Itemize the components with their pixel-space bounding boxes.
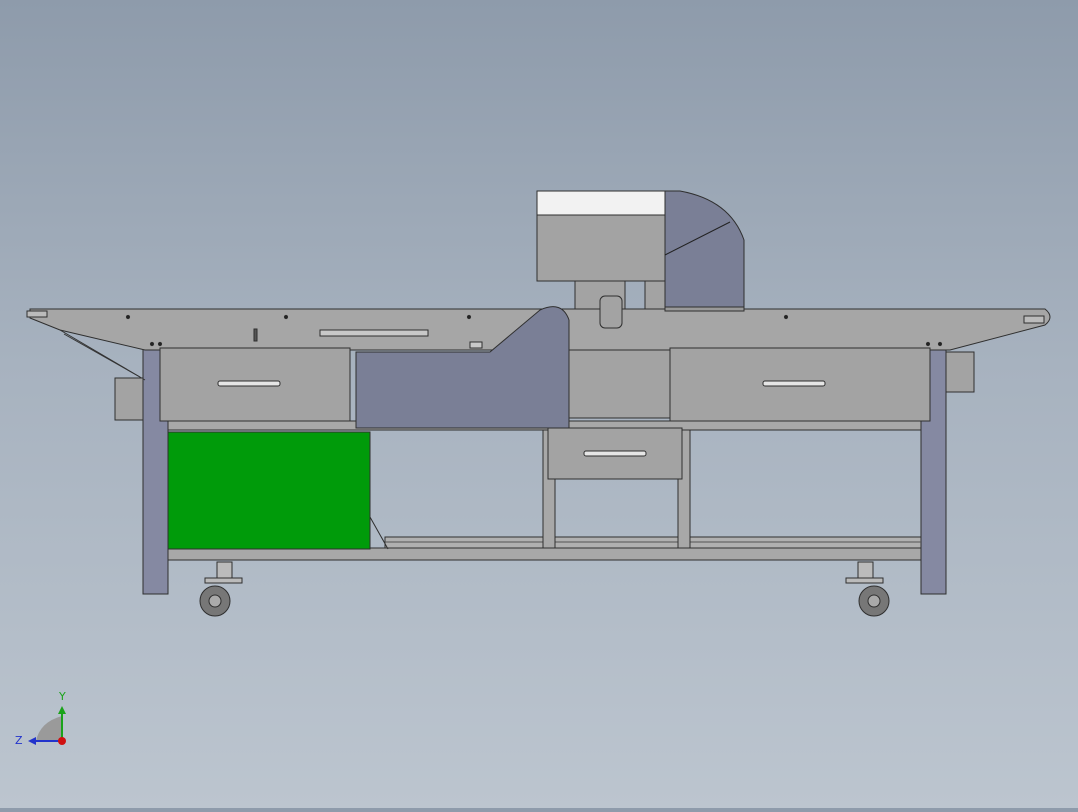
bottom-drawer-handle[interactable] bbox=[583, 450, 647, 457]
axis-triad: Y Z bbox=[15, 690, 66, 747]
right-drawer-handle[interactable] bbox=[762, 380, 826, 387]
curved-chute bbox=[664, 190, 745, 311]
z-axis-label: Z bbox=[15, 734, 23, 747]
drive-support bbox=[644, 280, 666, 310]
center-housing bbox=[564, 349, 671, 419]
y-axis-arrow bbox=[58, 706, 66, 714]
adjuster-rod[interactable] bbox=[319, 329, 429, 337]
conveyor-machine[interactable] bbox=[26, 190, 1051, 617]
axis-origin bbox=[58, 737, 66, 745]
lower-frame-rail bbox=[167, 547, 922, 561]
cad-viewport[interactable]: Y Z bbox=[0, 0, 1078, 808]
model-canvas[interactable]: Y Z bbox=[0, 0, 1078, 808]
cutter-head-cover bbox=[536, 190, 666, 216]
z-axis-arrow bbox=[28, 737, 36, 745]
left-caster bbox=[199, 561, 243, 617]
left-end-bracket bbox=[26, 310, 48, 318]
right-caster bbox=[845, 561, 890, 617]
right-end-bracket bbox=[1023, 315, 1045, 324]
left-side-bracket bbox=[114, 377, 144, 421]
drive-coupling bbox=[599, 295, 623, 329]
y-axis-label: Y bbox=[58, 690, 66, 703]
triad-arc bbox=[36, 716, 62, 741]
left-drawer-handle[interactable] bbox=[217, 380, 281, 387]
right-side-bracket bbox=[945, 351, 975, 393]
green-collection-bin[interactable] bbox=[167, 431, 371, 550]
